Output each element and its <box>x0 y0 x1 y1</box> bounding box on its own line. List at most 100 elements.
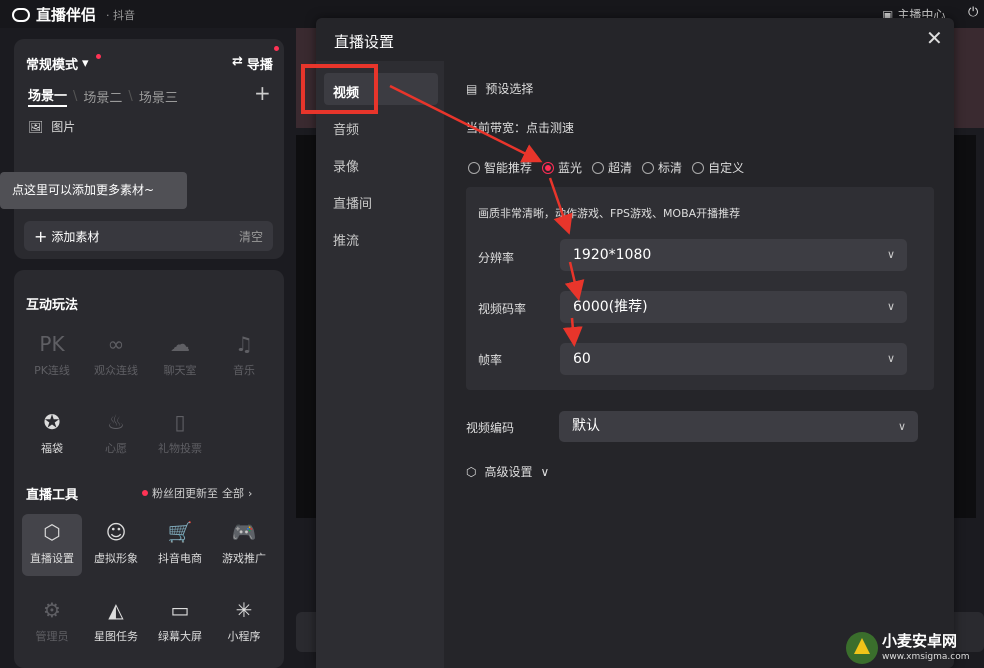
tool-label: 星图任务 <box>94 630 138 643</box>
settings-hex-icon: ⬡ <box>43 520 61 544</box>
encoder-select[interactable]: 默认 ∨ <box>559 411 918 442</box>
window-menu-icon[interactable]: ⏻ <box>968 5 978 20</box>
caret-down-icon: ▾ <box>82 56 89 71</box>
site-watermark: 小麦安卓网 www.xmsigma.com <box>842 628 984 668</box>
tool-label: 福袋 <box>41 442 63 455</box>
tools-title: 直播工具 <box>26 488 79 503</box>
tool-label: 观众连线 <box>94 364 138 377</box>
bitrate-select[interactable]: 6000(推荐) ∨ <box>560 291 907 323</box>
tool-gamepad[interactable]: 🎮 游戏推广 <box>212 518 276 566</box>
mini-program-icon: ✳ <box>235 598 253 622</box>
preset-custom[interactable]: 自定义 <box>692 159 744 176</box>
mode-notice-dot <box>96 54 101 59</box>
tool-label: 游戏推广 <box>222 552 266 565</box>
tool-settings-hex[interactable]: ⬡ 直播设置 <box>20 518 84 566</box>
scene-panel: 常规模式 ▾ ⇄ 导播 场景一 \ 场景二 \ 场景三 + 🖼 图片 + 添加素… <box>14 39 284 259</box>
tool-label: 心愿 <box>105 442 127 455</box>
tool-screen[interactable]: ▭ 绿幕大屏 <box>148 596 212 644</box>
encoder-value: 默认 <box>572 418 600 434</box>
fans-notice[interactable]: 粉丝团更新至 全部 › <box>142 485 252 501</box>
avatar-icon: ☺ <box>105 520 127 544</box>
settings-hex-icon: ⬡ <box>466 464 477 479</box>
mode-selector[interactable]: 常规模式 ▾ <box>26 54 89 73</box>
close-icon[interactable]: ✕ <box>926 26 943 50</box>
scene-separator: \ <box>73 88 78 104</box>
tool-link[interactable]: ∞ 观众连线 <box>84 330 148 378</box>
app-name: 直播伴侣 <box>36 6 97 24</box>
fps-select[interactable]: 60 ∨ <box>560 343 907 375</box>
pk-icon: PK <box>39 332 65 356</box>
chevron-down-icon: ∨ <box>886 352 895 365</box>
tool-label: 聊天室 <box>163 364 197 377</box>
tool-chat[interactable]: ☁ 聊天室 <box>148 330 212 378</box>
preset-ultra[interactable]: 超清 <box>592 159 632 176</box>
tool-mini-program[interactable]: ✳ 小程序 <box>212 596 276 644</box>
advanced-settings-toggle[interactable]: ⬡ 高级设置 ∨ <box>466 463 549 480</box>
scene-tab-1[interactable]: 场景一 <box>28 85 68 107</box>
add-material-button[interactable]: 添加素材 <box>51 228 239 245</box>
tab-stream[interactable]: 推流 <box>333 230 359 249</box>
tab-room[interactable]: 直播间 <box>333 193 372 212</box>
watermark-url: www.xmsigma.com <box>882 652 970 662</box>
add-scene-button[interactable]: + <box>254 81 271 105</box>
chevron-down-icon: ∨ <box>886 248 895 261</box>
guide-button[interactable]: ⇄ 导播 <box>232 54 273 73</box>
tab-record[interactable]: 录像 <box>333 156 359 175</box>
lucky-bag-icon: ✪ <box>43 410 61 434</box>
radio-selected-icon <box>542 161 555 174</box>
bandwidth-test-link[interactable]: 当前带宽：点击测速 <box>466 119 574 136</box>
preset-smart[interactable]: 智能推荐 <box>468 159 532 176</box>
bitrate-value: 6000(推荐) <box>573 299 648 315</box>
tool-label: 小程序 <box>227 630 261 643</box>
tool-label: 抖音电商 <box>158 552 202 565</box>
bitrate-label: 视频码率 <box>478 302 527 316</box>
tool-admin[interactable]: ⚙ 管理员 <box>20 596 84 644</box>
live-settings-dialog: 直播设置 ✕ 视频 音频 录像 直播间 推流 ▤ 预设选择 当前带宽：点击测速 … <box>301 18 954 668</box>
fps-label: 帧率 <box>478 353 503 367</box>
preset-description: 画质非常清晰，动作游戏、FPS游戏、MOBA开播推荐 <box>478 207 741 220</box>
scene-tabs: 场景一 \ 场景二 \ 场景三 <box>28 85 178 107</box>
admin-icon: ⚙ <box>43 598 61 622</box>
tool-avatar[interactable]: ☺ 虚拟形象 <box>84 518 148 566</box>
resolution-value: 1920*1080 <box>573 247 652 263</box>
quality-settings-box: 画质非常清晰，动作游戏、FPS游戏、MOBA开播推荐 分辨率 1920*1080… <box>466 187 934 390</box>
scene-separator: \ <box>128 88 133 104</box>
chevron-down-icon: ∨ <box>886 300 895 313</box>
radio-label: 标清 <box>658 161 683 175</box>
preset-standard[interactable]: 标清 <box>642 159 682 176</box>
clear-button[interactable]: 清空 <box>239 228 263 245</box>
interact-title: 互动玩法 <box>26 298 79 313</box>
star-task-icon: ◭ <box>108 598 124 622</box>
tool-wish[interactable]: ♨ 心愿 <box>84 408 148 456</box>
tool-vote[interactable]: ▯ 礼物投票 <box>148 408 212 456</box>
chat-icon: ☁ <box>170 332 190 356</box>
resolution-label: 分辨率 <box>478 251 515 265</box>
mode-label: 常规模式 <box>26 58 79 73</box>
tool-label: PK连线 <box>34 364 70 377</box>
wish-icon: ♨ <box>107 410 125 434</box>
all-tools-link[interactable]: 全部 <box>222 485 244 501</box>
annotation-highlight-box <box>301 64 378 114</box>
resolution-select[interactable]: 1920*1080 ∨ <box>560 239 907 271</box>
tool-pk[interactable]: PK PK连线 <box>20 330 84 378</box>
tab-audio[interactable]: 音频 <box>333 119 359 138</box>
screen-icon: ▭ <box>170 598 190 622</box>
tool-label: 绿幕大屏 <box>158 630 202 643</box>
scene-tab-2[interactable]: 场景二 <box>83 87 122 106</box>
scene-tab-3[interactable]: 场景三 <box>139 87 178 106</box>
tool-lucky-bag[interactable]: ✪ 福袋 <box>20 408 84 456</box>
fps-value: 60 <box>573 351 591 367</box>
add-material-tooltip: 点这里可以添加更多素材~ <box>0 172 187 209</box>
watermark-title: 小麦安卓网 <box>882 632 958 650</box>
tool-label: 虚拟形象 <box>94 552 138 565</box>
material-label: 图片 <box>51 120 76 134</box>
material-item-picture[interactable]: 🖼 图片 <box>28 118 75 135</box>
tool-star-task[interactable]: ◭ 星图任务 <box>84 596 148 644</box>
tool-cart[interactable]: 🛒 抖音电商 <box>148 518 212 566</box>
chevron-down-icon: ∨ <box>897 420 906 433</box>
preset-bluray[interactable]: 蓝光 <box>542 159 582 176</box>
tool-music[interactable]: ♫ 音乐 <box>212 330 276 378</box>
guide-notice-dot <box>274 46 279 51</box>
encoder-label: 视频编码 <box>466 421 515 435</box>
settings-sidebar: 视频 音频 录像 直播间 推流 <box>301 61 444 668</box>
